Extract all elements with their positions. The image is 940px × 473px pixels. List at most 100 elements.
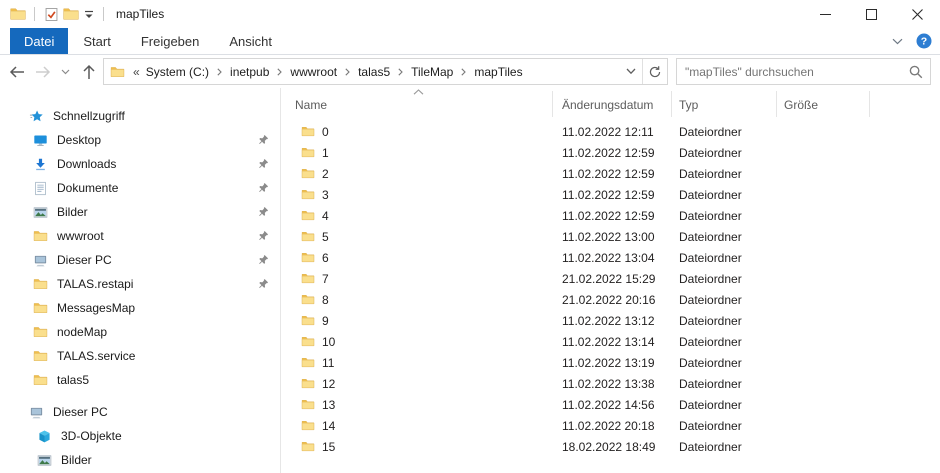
close-button[interactable] [894, 0, 940, 28]
sidebar-item-downloads[interactable]: Downloads [0, 152, 280, 176]
file-type: Dateiordner [679, 331, 742, 352]
file-type: Dateiordner [679, 394, 742, 415]
table-row[interactable]: 14 11.02.2022 20:18 Dateiordner [281, 415, 940, 436]
column-divider[interactable] [869, 91, 870, 117]
address-dropdown-chevron-icon[interactable] [620, 59, 642, 84]
folder-icon [32, 276, 48, 292]
pictures-icon [36, 452, 52, 468]
sidebar-item-schnellzugriff[interactable]: Schnellzugriff [0, 104, 280, 128]
file-name: 11 [322, 356, 334, 370]
table-row[interactable]: 15 18.02.2022 18:49 Dateiordner [281, 436, 940, 457]
file-name: 15 [322, 440, 335, 454]
address-bar[interactable]: « System (C:) inetpub wwwroot talas5 Til… [103, 58, 668, 85]
tab-start[interactable]: Start [68, 28, 125, 54]
column-divider[interactable] [671, 91, 672, 117]
qat-dropdown-icon[interactable] [81, 3, 97, 25]
explorer-window-icon [8, 3, 28, 25]
table-row[interactable]: 6 11.02.2022 13:04 Dateiordner [281, 247, 940, 268]
column-header-size[interactable]: Größe [784, 88, 818, 121]
title-bar: mapTiles [0, 0, 940, 28]
quick-access-star-icon [28, 108, 44, 124]
column-header-name[interactable]: Name [295, 88, 327, 121]
breadcrumb-segment[interactable]: TileMap [409, 65, 455, 79]
tab-freigeben[interactable]: Freigeben [126, 28, 215, 54]
sidebar-item-talas5[interactable]: talas5 [0, 368, 280, 392]
breadcrumb-chevron-icon[interactable] [455, 68, 472, 76]
sidebar-item-3d-objekte[interactable]: 3D-Objekte [0, 424, 280, 448]
table-row[interactable]: 9 11.02.2022 13:12 Dateiordner [281, 310, 940, 331]
refresh-icon[interactable] [642, 59, 667, 84]
folder-icon [110, 65, 125, 79]
column-header-date[interactable]: Änderungsdatum [562, 88, 653, 121]
column-header-type[interactable]: Typ [679, 88, 698, 121]
folder-icon [301, 167, 315, 180]
sidebar-item-talas-service[interactable]: TALAS.service [0, 344, 280, 368]
breadcrumb-segment[interactable]: mapTiles [472, 65, 524, 79]
table-row[interactable]: 8 21.02.2022 20:16 Dateiordner [281, 289, 940, 310]
pin-icon [258, 254, 269, 265]
sidebar-item-desktop[interactable]: Desktop [0, 128, 280, 152]
sort-ascending-icon [413, 89, 424, 95]
file-name: 8 [322, 293, 329, 307]
table-row[interactable]: 2 11.02.2022 12:59 Dateiordner [281, 163, 940, 184]
table-row[interactable]: 0 11.02.2022 12:11 Dateiordner [281, 121, 940, 142]
recent-locations-chevron-icon[interactable] [56, 59, 74, 85]
quick-access-toolbar: mapTiles [0, 3, 164, 25]
breadcrumb-segment[interactable]: talas5 [356, 65, 392, 79]
file-date: 11.02.2022 13:12 [562, 310, 655, 331]
table-row[interactable]: 10 11.02.2022 13:14 Dateiordner [281, 331, 940, 352]
sidebar-item-talas-restapi[interactable]: TALAS.restapi [0, 272, 280, 296]
properties-check-icon[interactable] [41, 3, 61, 25]
file-type: Dateiordner [679, 436, 742, 457]
sidebar-item-nodemap[interactable]: nodeMap [0, 320, 280, 344]
maximize-button[interactable] [848, 0, 894, 28]
sidebar-item-wwwroot[interactable]: wwwroot [0, 224, 280, 248]
sidebar-item-dokumente[interactable]: Dokumente [0, 176, 280, 200]
sidebar-item-messagesmap[interactable]: MessagesMap [0, 296, 280, 320]
sidebar-item-dieser-pc[interactable]: Dieser PC [0, 400, 280, 424]
table-row[interactable]: 7 21.02.2022 15:29 Dateiordner [281, 268, 940, 289]
breadcrumb-chevron-icon[interactable] [339, 68, 356, 76]
table-row[interactable]: 1 11.02.2022 12:59 Dateiordner [281, 142, 940, 163]
sidebar-item-dieser-pc-pinned[interactable]: Dieser PC [0, 248, 280, 272]
pin-icon [258, 230, 269, 241]
ribbon-tabs: Datei Start Freigeben Ansicht ? [0, 28, 940, 55]
file-date: 21.02.2022 20:16 [562, 289, 655, 310]
new-folder-icon[interactable] [61, 3, 81, 25]
table-row[interactable]: 12 11.02.2022 13:38 Dateiordner [281, 373, 940, 394]
forward-button[interactable] [30, 59, 56, 85]
ribbon-expand-chevron-icon[interactable] [892, 38, 903, 45]
breadcrumb-chevron-icon[interactable] [211, 68, 228, 76]
table-row[interactable]: 3 11.02.2022 12:59 Dateiordner [281, 184, 940, 205]
breadcrumb-chevron-icon[interactable] [392, 68, 409, 76]
search-input[interactable] [677, 65, 902, 79]
back-button[interactable] [4, 59, 30, 85]
file-name: 12 [322, 377, 335, 391]
magnifier-icon[interactable] [902, 65, 930, 79]
file-name: 5 [322, 230, 329, 244]
table-row[interactable]: 4 11.02.2022 12:59 Dateiordner [281, 205, 940, 226]
sidebar-item-bilder[interactable]: Bilder [0, 200, 280, 224]
file-date: 11.02.2022 12:11 [562, 121, 654, 142]
file-date: 11.02.2022 13:19 [562, 352, 655, 373]
table-row[interactable]: 5 11.02.2022 13:00 Dateiordner [281, 226, 940, 247]
table-row[interactable]: 13 11.02.2022 14:56 Dateiordner [281, 394, 940, 415]
pin-icon [258, 134, 269, 145]
folder-icon [301, 440, 315, 453]
breadcrumb-segment[interactable]: wwwroot [288, 65, 339, 79]
minimize-button[interactable] [802, 0, 848, 28]
breadcrumb-overflow[interactable]: « [131, 65, 144, 79]
folder-icon [32, 372, 48, 388]
help-icon[interactable]: ? [916, 33, 932, 49]
column-divider[interactable] [776, 91, 777, 117]
breadcrumb-segment[interactable]: inetpub [228, 65, 271, 79]
table-row[interactable]: 11 11.02.2022 13:19 Dateiordner [281, 352, 940, 373]
pin-icon [258, 182, 269, 193]
tab-ansicht[interactable]: Ansicht [214, 28, 287, 54]
column-divider[interactable] [552, 91, 553, 117]
sidebar-item-bilder-pc[interactable]: Bilder [0, 448, 280, 472]
breadcrumb-segment[interactable]: System (C:) [144, 65, 211, 79]
up-button[interactable] [76, 59, 102, 85]
tab-datei[interactable]: Datei [10, 28, 68, 54]
breadcrumb-chevron-icon[interactable] [271, 68, 288, 76]
